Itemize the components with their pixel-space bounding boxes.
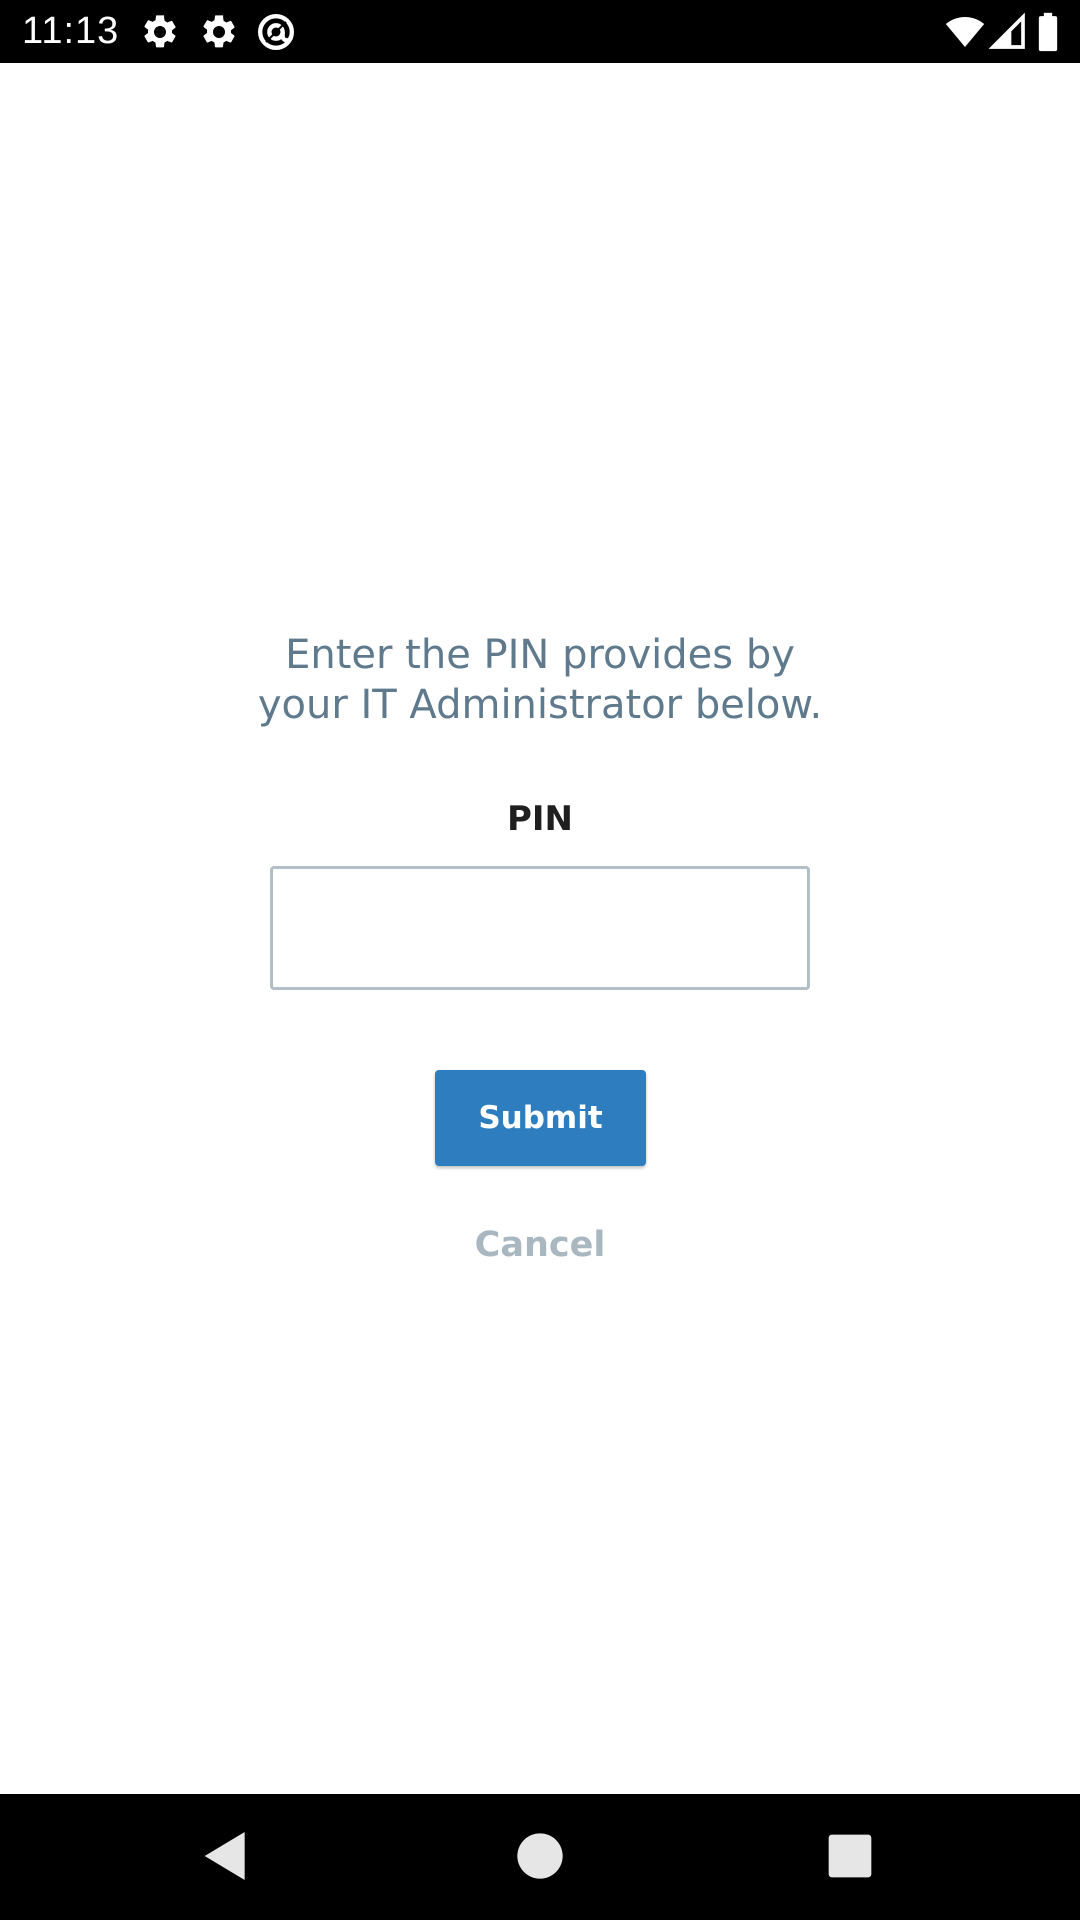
wifi-icon bbox=[944, 12, 986, 52]
signal-icon bbox=[988, 12, 1028, 52]
home-icon[interactable] bbox=[508, 1824, 572, 1888]
back-icon[interactable] bbox=[194, 1824, 258, 1888]
navigation-bar bbox=[0, 1794, 1080, 1920]
cancel-button[interactable]: Cancel bbox=[340, 1220, 740, 1270]
status-bar: 11:13 bbox=[0, 0, 1080, 63]
screen: 11:13 Enter the PIN provides by your IT … bbox=[0, 0, 1080, 1920]
status-time: 11:13 bbox=[22, 10, 120, 52]
at-sign-icon bbox=[256, 12, 296, 52]
submit-button[interactable]: Submit bbox=[435, 1070, 646, 1166]
pin-input[interactable] bbox=[270, 866, 810, 990]
settings-icon bbox=[140, 12, 180, 52]
battery-icon bbox=[1036, 12, 1060, 52]
pin-label: PIN bbox=[506, 799, 574, 839]
instructions-text: Enter the PIN provides by your IT Admini… bbox=[257, 632, 823, 728]
settings-icon bbox=[199, 12, 239, 52]
recents-icon[interactable] bbox=[818, 1824, 882, 1888]
